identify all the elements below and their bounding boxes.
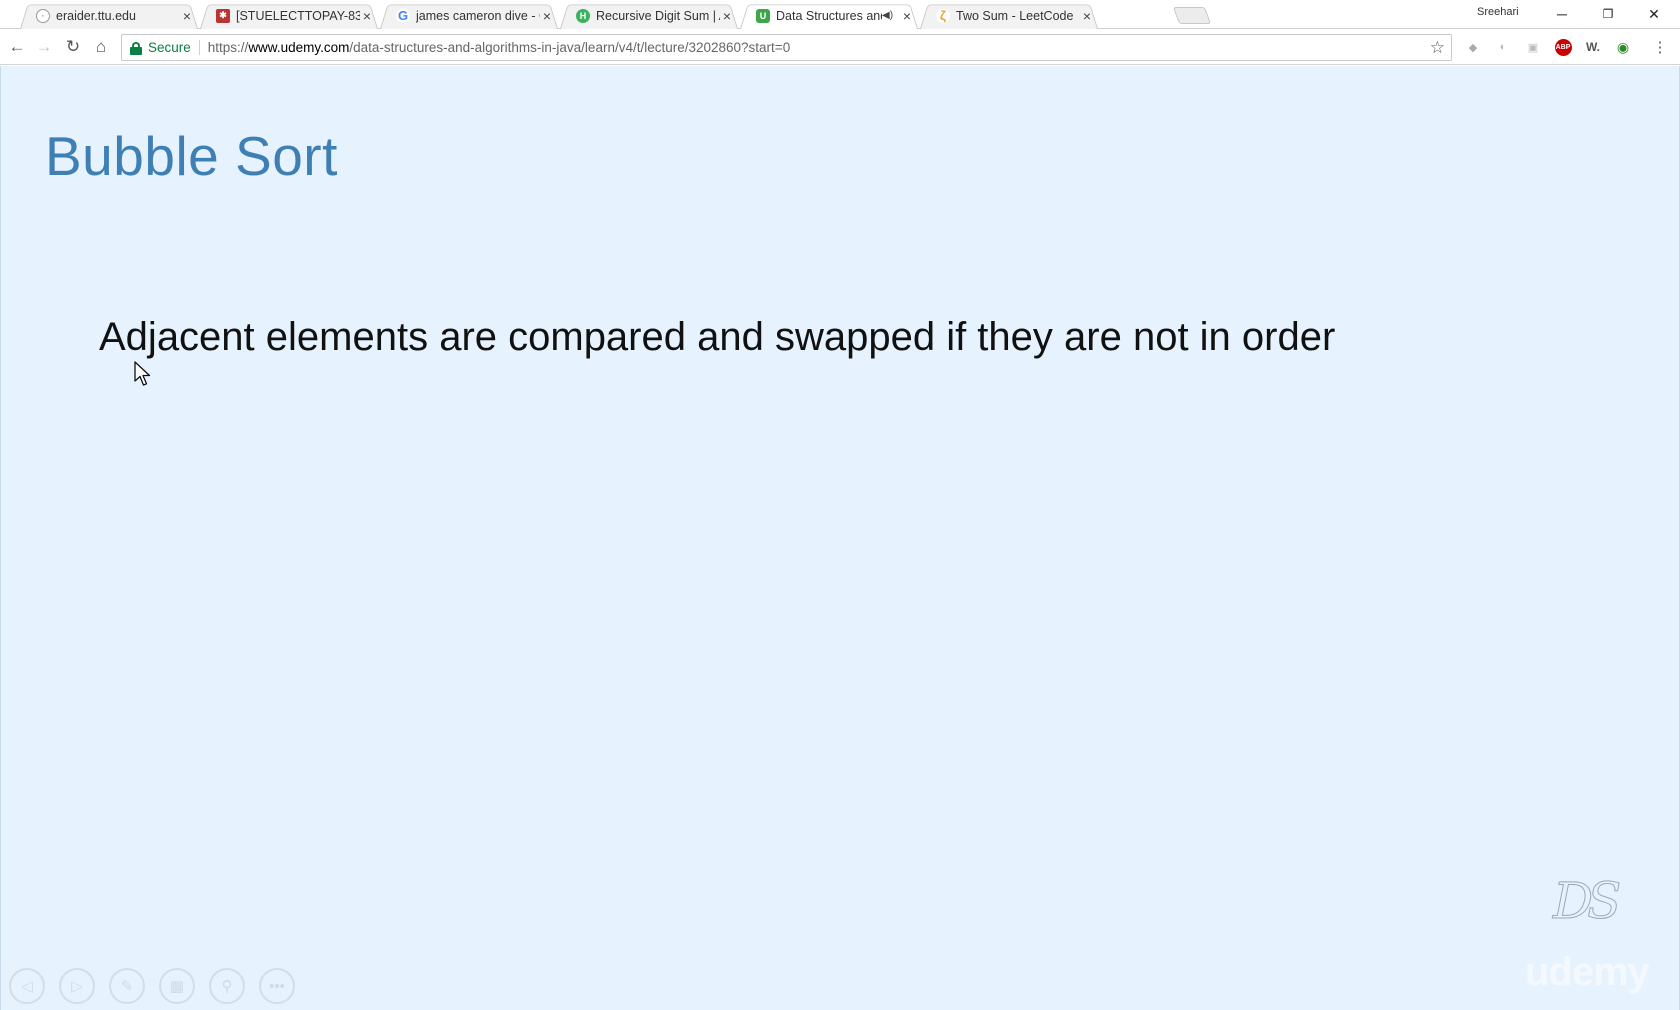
back-button[interactable]: ← — [6, 36, 28, 58]
adblock-icon[interactable]: ABP — [1554, 38, 1572, 56]
close-window-button[interactable]: ✕ — [1632, 0, 1676, 28]
back-arrow-icon: ← — [8, 37, 26, 56]
slide-body-text: Adjacent elements are compared and swapp… — [99, 315, 1336, 359]
tab-title: [STUELECTTOPAY-83] Us — [236, 8, 360, 23]
mouse-cursor-icon — [134, 361, 151, 386]
slide-area: Bubble Sort Adjacent elements are compar… — [0, 66, 1680, 1010]
tab-title: Data Structures and A — [776, 8, 882, 23]
speaker-icon[interactable]: ◀︎) — [882, 10, 896, 21]
zoom-icon[interactable]: ⚲ — [209, 968, 245, 1004]
udemy-watermark: udemy — [1525, 950, 1650, 994]
url-path: /data-structures-and-algorithms-in-java/… — [349, 40, 791, 55]
forward-button[interactable]: → — [33, 36, 55, 58]
tab-strip: · eraider.ttu.edu × ✱ [STUELECTTOPAY-83]… — [0, 0, 1680, 29]
url-text[interactable]: https://www.udemy.com/data-structures-an… — [208, 40, 790, 55]
url-scheme: https:// — [207, 40, 249, 55]
tab-google[interactable]: G james cameron dive - Go × — [374, 2, 564, 29]
address-bar[interactable]: Secure https://www.udemy.com/data-struct… — [121, 34, 1452, 61]
home-icon: ⌂ — [95, 37, 107, 56]
tab-hackerrank[interactable]: H Recursive Digit Sum | Alg × — [554, 2, 744, 29]
leetcode-icon: ζ — [936, 8, 950, 23]
reload-button[interactable]: ↻ — [62, 36, 84, 58]
forward-arrow-icon: → — [35, 37, 53, 56]
tab-jira[interactable]: ✱ [STUELECTTOPAY-83] Us × — [194, 2, 384, 29]
url-host: www.udemy.com — [248, 40, 350, 55]
close-tab-icon[interactable]: × — [720, 9, 734, 23]
ext-3-icon[interactable]: ▣ — [1524, 38, 1542, 56]
ds-logo: DS — [1552, 872, 1621, 931]
tab-eraider[interactable]: · eraider.ttu.edu × — [14, 2, 204, 29]
lock-icon — [130, 41, 142, 55]
close-tab-icon[interactable]: × — [900, 9, 914, 23]
new-tab-button[interactable] — [1172, 7, 1212, 24]
audio-ext-icon[interactable]: ◉ — [1614, 38, 1632, 56]
tab-title: eraider.ttu.edu — [56, 8, 136, 23]
restore-button[interactable]: ❐ — [1586, 0, 1630, 28]
prev-icon[interactable]: ◁ — [9, 968, 45, 1004]
tab-leetcode[interactable]: ζ Two Sum - LeetCode × — [914, 2, 1104, 29]
ext-1-icon[interactable]: ◆ — [1464, 38, 1482, 56]
tab-title: james cameron dive - Go — [416, 8, 540, 23]
minimize-button[interactable]: ─ — [1540, 0, 1584, 28]
adblock-label: ABP — [1554, 38, 1572, 56]
grid-icon[interactable]: ▦ — [159, 968, 195, 1004]
slide-title: Bubble Sort — [45, 125, 338, 187]
tab-title: Recursive Digit Sum | Alg — [596, 8, 720, 23]
tab-udemy[interactable]: U Data Structures and A ◀︎) × — [734, 2, 924, 29]
tab-title: Two Sum - LeetCode — [956, 8, 1074, 23]
udemy-icon: U — [756, 8, 770, 23]
close-tab-icon[interactable]: × — [540, 9, 554, 23]
reload-icon: ↻ — [65, 37, 81, 56]
close-tab-icon[interactable]: × — [1080, 9, 1094, 23]
next-icon[interactable]: ▷ — [59, 968, 95, 1004]
browser-toolbar: ← → ↻ ⌂ Secure https://www.udemy.com/dat… — [0, 30, 1680, 65]
jira-icon: ✱ — [216, 8, 230, 23]
close-tab-icon[interactable]: × — [360, 9, 374, 23]
menu-dots-icon[interactable]: ⋮ — [1651, 38, 1669, 56]
close-tab-icon[interactable]: × — [180, 9, 194, 23]
player-controls: ◁ ▷ ✎ ▦ ⚲ ••• — [9, 968, 295, 1004]
secure-label: Secure — [148, 40, 200, 55]
w-icon[interactable]: W. — [1584, 38, 1602, 56]
pen-icon[interactable]: ✎ — [109, 968, 145, 1004]
home-button[interactable]: ⌂ — [90, 36, 112, 58]
bookmark-star-icon[interactable]: ☆ — [1430, 38, 1445, 58]
google-icon: G — [396, 8, 410, 23]
globe-icon: · — [36, 8, 50, 23]
hackerrank-icon: H — [576, 8, 590, 23]
profile-name[interactable]: Sreehari — [1477, 6, 1519, 18]
more-icon[interactable]: ••• — [259, 968, 295, 1004]
ext-2-icon[interactable]: ◐ — [1494, 38, 1512, 56]
